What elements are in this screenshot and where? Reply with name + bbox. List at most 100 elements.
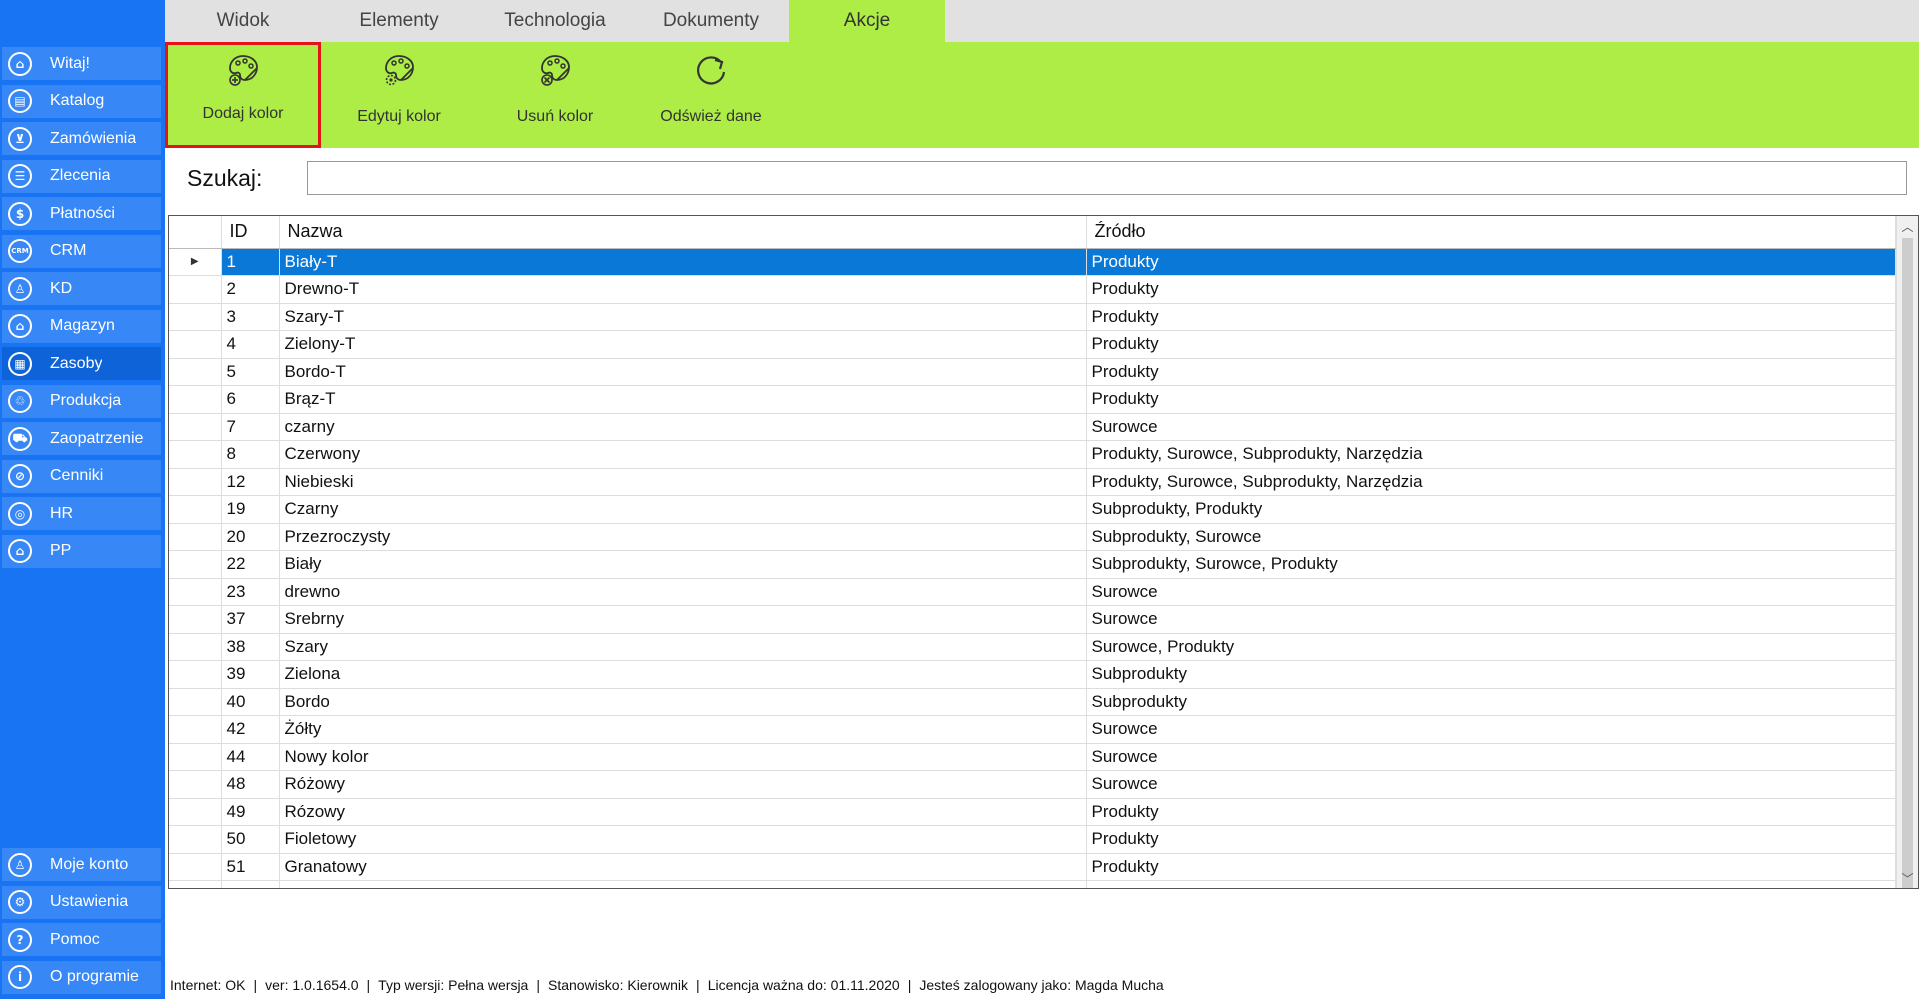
cell-source[interactable]: Subprodukty, Produkty [1086,495,1896,524]
cell-source[interactable]: Produkty [1086,853,1896,881]
sidebar-item-ustawienia[interactable]: ⚙ Ustawienia [2,885,161,919]
cell-source[interactable]: Produkty [1086,248,1896,276]
row-header[interactable] [169,605,222,634]
cell-source[interactable]: Surowce, Produkty [1086,633,1896,661]
table-row[interactable]: 37 Srebrny Surowce [169,605,1896,634]
table-row[interactable]: 8 Czerwony Produkty, Surowce, Subprodukty,… [169,440,1896,469]
cell-id[interactable]: 5 [221,358,280,386]
row-header[interactable] [169,468,222,496]
cell-name[interactable]: Szary-T [279,303,1087,331]
table-row[interactable]: 7 czarny Surowce [169,413,1896,441]
table-row[interactable]: 19 Czarny Subprodukty, Produkty [169,495,1896,524]
search-input[interactable] [307,161,1907,195]
cell-source[interactable]: Produkty [1086,330,1896,359]
sidebar-item-płatności[interactable]: $ Płatności [2,197,161,230]
cell-source[interactable]: Produkty [1086,275,1896,304]
cell-source[interactable] [1086,880,1896,888]
cell-id[interactable]: 51 [221,853,280,881]
cell-name[interactable]: Bordo-T [279,358,1087,386]
cell-name[interactable]: Szary [279,633,1087,661]
sidebar-item-o-programie[interactable]: i O programie [2,960,161,994]
tab-akcje[interactable]: Akcje [789,0,945,42]
table-row[interactable]: 39 Zielona Subprodukty [169,660,1896,689]
row-header[interactable] [169,633,222,661]
cell-name[interactable]: Drewno-T [279,275,1087,304]
row-header[interactable] [169,688,222,716]
row-header[interactable] [169,770,222,799]
sidebar-item-zaopatrzenie[interactable]: ⛟ Zaopatrzenie [2,422,161,455]
cell-name[interactable]: Bordo [279,688,1087,716]
sidebar-item-cenniki[interactable]: ⊘ Cenniki [2,459,161,493]
cell-name[interactable] [279,880,1087,888]
tab-widok[interactable]: Widok [165,0,321,42]
table-row[interactable]: 38 Szary Surowce, Produkty [169,633,1896,661]
sidebar-item-moje-konto[interactable]: ♙ Moje konto [2,848,161,881]
cell-id[interactable]: 37 [221,605,280,634]
vertical-scrollbar[interactable]: ︿ ﹀ [1896,216,1918,888]
sidebar-item-zamówienia[interactable]: ⊻ Zamówienia [2,122,161,155]
row-header[interactable] [169,385,222,414]
cell-source[interactable]: Produkty [1086,825,1896,854]
row-header[interactable] [169,550,222,579]
scrollbar-thumb[interactable] [1902,238,1913,888]
tab-technologia[interactable]: Technologia [477,0,633,42]
sidebar-item-magazyn[interactable]: ⌂ Magazyn [2,309,161,343]
cell-id[interactable]: 49 [221,798,280,826]
row-header[interactable] [169,798,222,826]
cell-id[interactable]: 22 [221,550,280,579]
table-row[interactable] [169,880,1896,888]
cell-name[interactable]: Nowy kolor [279,743,1087,771]
scroll-up-icon[interactable]: ︿ [1897,216,1918,236]
row-header[interactable] [169,303,222,331]
cell-source[interactable]: Produkty [1086,358,1896,386]
cell-name[interactable]: Fioletowy [279,825,1087,854]
cell-id[interactable]: 6 [221,385,280,414]
cell-name[interactable]: Rózowy [279,798,1087,826]
add-color-button[interactable]: Dodaj kolor [165,42,321,148]
row-header[interactable] [169,495,222,524]
table-row[interactable]: 4 Zielony-T Produkty [169,330,1896,359]
cell-source[interactable]: Produkty [1086,385,1896,414]
cell-id[interactable]: 3 [221,303,280,331]
sidebar-item-witaj-[interactable]: ⌂ Witaj! [2,47,161,80]
sidebar-item-produkcja[interactable]: ♲ Produkcja [2,384,161,418]
column-header-source[interactable]: Źródło [1086,216,1896,249]
row-header[interactable] [169,880,222,888]
row-header[interactable] [169,330,222,359]
row-header[interactable] [169,578,222,606]
cell-name[interactable]: Żółty [279,715,1087,744]
row-header[interactable] [169,853,222,881]
cell-name[interactable]: Różowy [279,770,1087,799]
sidebar-item-zasoby[interactable]: ▦ Zasoby [2,347,161,380]
refresh-data-button[interactable]: Odśwież dane [633,42,789,148]
cell-id[interactable]: 19 [221,495,280,524]
row-header[interactable] [169,660,222,689]
cell-id[interactable]: 20 [221,523,280,551]
cell-name[interactable]: Zielony-T [279,330,1087,359]
cell-name[interactable]: Biały-T [279,248,1087,276]
table-row[interactable]: 3 Szary-T Produkty [169,303,1896,331]
table-row[interactable]: 40 Bordo Subprodukty [169,688,1896,716]
cell-name[interactable]: Brąz-T [279,385,1087,414]
table-row[interactable]: 50 Fioletowy Produkty [169,825,1896,854]
cell-name[interactable]: drewno [279,578,1087,606]
cell-id[interactable]: 44 [221,743,280,771]
row-header[interactable] [169,743,222,771]
cell-id[interactable]: 39 [221,660,280,689]
cell-source[interactable]: Surowce [1086,578,1896,606]
cell-id[interactable]: 1 [221,248,280,276]
row-header[interactable] [169,275,222,304]
cell-id[interactable]: 40 [221,688,280,716]
cell-name[interactable]: Czarny [279,495,1087,524]
table-row[interactable]: 51 Granatowy Produkty [169,853,1896,881]
scroll-down-icon[interactable]: ﹀ [1897,868,1918,888]
table-row[interactable]: 2 Drewno-T Produkty [169,275,1896,304]
cell-source[interactable]: Subprodukty [1086,688,1896,716]
table-row[interactable]: 48 Różowy Surowce [169,770,1896,799]
tab-dokumenty[interactable]: Dokumenty [633,0,789,42]
column-header-name[interactable]: Nazwa [279,216,1087,249]
row-header[interactable] [169,413,222,441]
sidebar-item-pomoc[interactable]: ? Pomoc [2,923,161,956]
column-header-id[interactable]: ID [221,216,280,249]
cell-id[interactable]: 12 [221,468,280,496]
